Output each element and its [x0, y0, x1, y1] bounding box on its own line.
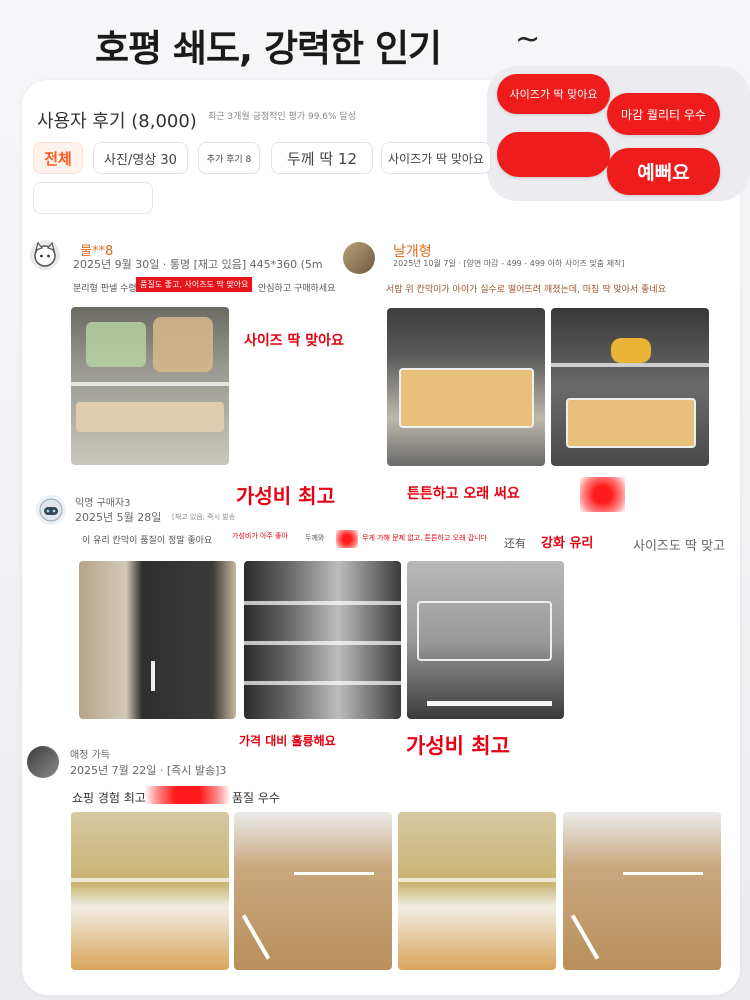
- annotation: 튼튼하고 오래 써요: [407, 486, 520, 502]
- annotation: 가성비 최고: [406, 734, 510, 758]
- bubble-size-fit: 사이즈가 딱 맞아요: [497, 74, 610, 114]
- review-photo[interactable]: [234, 812, 392, 970]
- review-text: 무게 가해 문제 없고, 튼튼하고 오래 갑니다: [362, 534, 488, 542]
- avatar: [343, 242, 375, 274]
- review-subtitle: 최근 3개월 긍정적인 평가 99.6% 달성: [208, 112, 356, 122]
- review-text: 이 유리 칸막이 품질이 정말 좋아요: [82, 536, 213, 546]
- review-photo[interactable]: [387, 308, 545, 466]
- review-meta-small: [재고 있음, 즉시 발송: [172, 513, 236, 521]
- review-text: 안심하고 구매하세요: [258, 284, 336, 294]
- robot-avatar-icon: [39, 498, 63, 522]
- review-meta: 2025년 10월 7일 · [양면 마감 - 499 - 499 이하 사이즈…: [393, 259, 625, 268]
- bubble-blank: [497, 132, 610, 177]
- review-photo[interactable]: [244, 561, 401, 719]
- filter-chip-additional[interactable]: 추가 후기 8: [198, 142, 260, 174]
- annotation: 강화 유리: [541, 536, 594, 551]
- filter-chip-all[interactable]: 전체: [33, 142, 83, 174]
- review-meta: 2025년 7월 22일 · [즉시 발송]3: [70, 764, 227, 777]
- avatar: [27, 746, 59, 778]
- tilde-mark: ~: [515, 22, 541, 57]
- avatar: [36, 495, 66, 525]
- page-headline: 호평 쇄도, 강력한 인기: [95, 27, 442, 70]
- review-text: 서랍 위 칸막이가 아이가 실수로 떨어뜨려 깨졌는데, 마침 딱 맞아서 좋네…: [386, 285, 666, 295]
- review-photo[interactable]: [71, 307, 229, 465]
- review-text: 품질 우수: [232, 791, 280, 805]
- review-meta: 2025년 5월 28일: [75, 511, 162, 524]
- filter-chip-size[interactable]: 사이즈가 딱 맞아요: [381, 142, 491, 174]
- review-photo[interactable]: [398, 812, 556, 970]
- review-photo[interactable]: [71, 812, 229, 970]
- review-photo[interactable]: [551, 308, 709, 466]
- red-highlight-mark: [145, 786, 230, 804]
- bubble-pretty: 예뻐요: [607, 148, 720, 195]
- review-text: 还有: [504, 537, 526, 550]
- annotation-gray: 사이즈도 딱 맞고: [633, 539, 725, 554]
- cat-avatar-icon: [34, 241, 56, 267]
- review-title: 사용자 후기 (8,000): [37, 111, 197, 132]
- bubble-finish-quality: 마감 퀄리티 우수: [607, 93, 720, 135]
- reviewer-name: 애정 가득: [70, 750, 110, 761]
- avatar: [30, 240, 60, 270]
- review-text: 가성비가 아주 좋아: [232, 532, 288, 540]
- red-highlight-mark: [580, 477, 625, 512]
- red-highlight-mark: [336, 530, 358, 548]
- review-highlight-tag: 품질도 좋고, 사이즈도 딱 맞아요: [136, 277, 253, 292]
- review-meta: 2025년 9월 30일 · 통명 [재고 있음] 445*360 (5m: [73, 258, 323, 271]
- annotation: 가격 대비 훌륭해요: [239, 734, 336, 748]
- annotation: 가성비 최고: [236, 484, 335, 508]
- review-photo[interactable]: [563, 812, 721, 970]
- review-text: 쇼핑 경험 최고: [72, 791, 146, 805]
- review-text: 두께와: [305, 534, 325, 542]
- filter-chip-thickness[interactable]: 두께 딱 12: [271, 142, 373, 174]
- annotation: 사이즈 딱 맞아요: [244, 333, 344, 349]
- filter-chip-empty[interactable]: [33, 182, 153, 214]
- review-text: 분리형 판넬 수령: [73, 284, 137, 294]
- review-photo[interactable]: [407, 561, 564, 719]
- reviewer-name: 익명 구매자3: [75, 498, 131, 509]
- filter-chip-photo-video[interactable]: 사진/영상 30: [93, 142, 188, 174]
- review-photo[interactable]: [79, 561, 236, 719]
